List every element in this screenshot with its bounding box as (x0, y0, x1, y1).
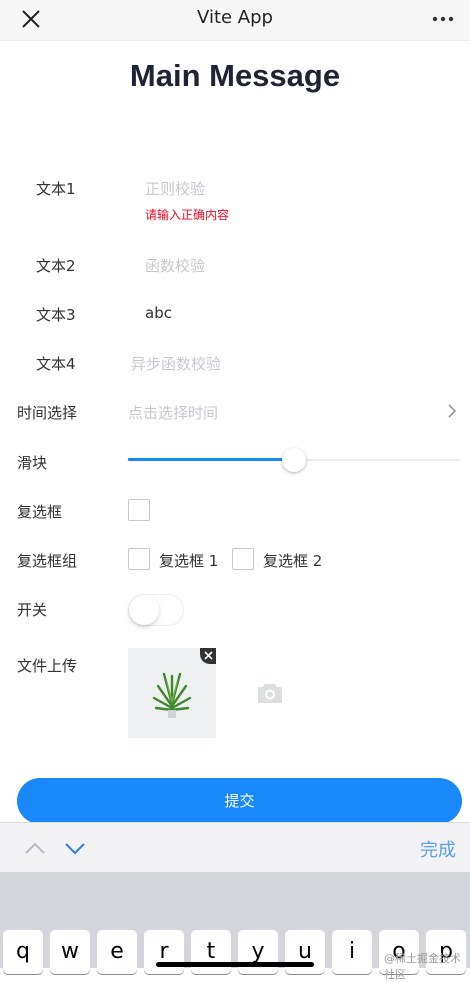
text3-label: 文本3 (36, 306, 76, 324)
key-e[interactable]: e (97, 930, 137, 974)
switch-knob (129, 595, 159, 625)
checkbox-option-1[interactable] (128, 548, 150, 570)
plant-image (152, 672, 192, 718)
text2-input[interactable]: 函数校验 (145, 255, 205, 276)
page-title: Main Message (129, 58, 341, 93)
key-t[interactable]: t (191, 930, 231, 974)
time-picker-field[interactable]: 点击选择时间 (128, 402, 218, 423)
chevron-down-icon[interactable] (64, 842, 86, 856)
close-icon (204, 651, 213, 660)
done-button[interactable]: 完成 (420, 836, 456, 862)
watermark: @稀土掘金技术社区 (384, 952, 461, 981)
time-label: 时间选择 (17, 404, 78, 422)
key-i[interactable]: i (332, 930, 372, 974)
app-title: Vite App (197, 7, 273, 28)
checkbox-label: 复选框 (17, 503, 63, 521)
uploaded-image-preview[interactable] (128, 648, 216, 738)
more-icon[interactable] (432, 16, 454, 22)
submit-button[interactable]: 提交 (17, 778, 462, 824)
text3-input[interactable]: abc (145, 304, 172, 322)
key-w[interactable]: w (50, 930, 90, 974)
checkbox-option-2[interactable] (232, 548, 254, 570)
slider-thumb[interactable] (282, 448, 306, 472)
text1-label: 文本1 (36, 180, 76, 198)
text2-label: 文本2 (36, 257, 76, 275)
toggle-switch[interactable] (128, 594, 184, 626)
upload-label: 文件上传 (17, 657, 78, 675)
delete-image-button[interactable] (200, 648, 216, 664)
top-bar: Vite App (0, 0, 470, 41)
text4-input[interactable]: 异步函数校验 (131, 353, 221, 374)
text4-label: 文本4 (36, 355, 76, 373)
chevron-right-icon[interactable] (446, 403, 458, 419)
key-r[interactable]: r (144, 930, 184, 974)
text1-error: 请输入正确内容 (145, 208, 230, 222)
switch-label: 开关 (17, 601, 48, 619)
key-u[interactable]: u (285, 930, 325, 974)
text1-input[interactable]: 正则校验 (145, 178, 205, 199)
key-y[interactable]: y (238, 930, 278, 974)
camera-icon (258, 684, 282, 703)
checkbox-group-label: 复选框组 (17, 552, 78, 570)
slider-fill (128, 458, 294, 461)
chevron-up-icon[interactable] (24, 841, 46, 855)
checkbox-option-2-label[interactable]: 复选框 2 (263, 550, 322, 571)
home-indicator (156, 962, 314, 967)
slider-label: 滑块 (17, 454, 48, 472)
key-q[interactable]: q (3, 930, 43, 974)
checkbox[interactable] (128, 499, 150, 521)
checkbox-option-1-label[interactable]: 复选框 1 (159, 550, 218, 571)
upload-button[interactable] (230, 648, 310, 738)
keyboard-toolbar: 完成 (0, 822, 470, 873)
